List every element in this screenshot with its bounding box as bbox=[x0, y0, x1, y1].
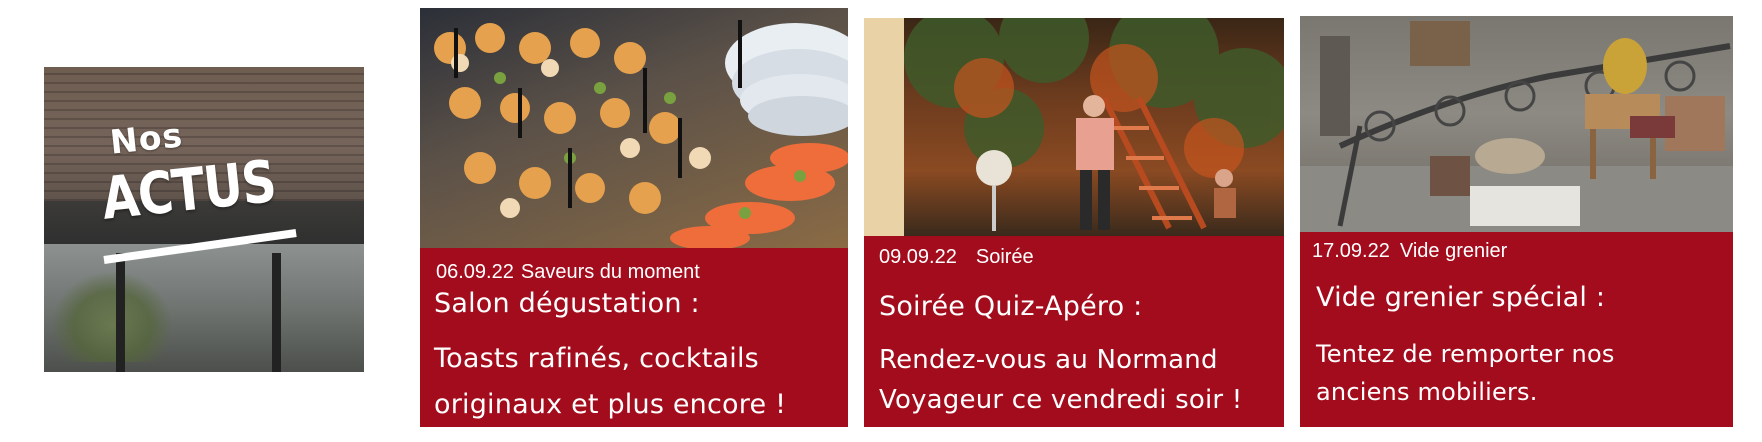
news-description: Rendez-vous au Normand Voyageur ce vendr… bbox=[879, 340, 1242, 420]
news-card-meta: 09.09.22 Soirée bbox=[879, 246, 1034, 269]
news-card-meta: 17.09.22 Vide grenier bbox=[1312, 240, 1507, 263]
canape-platter-photo bbox=[420, 8, 848, 248]
news-card-meta: 06.09.22 Saveurs du moment bbox=[436, 261, 700, 284]
news-title[interactable]: Vide grenier spécial : bbox=[1316, 282, 1605, 313]
news-description-line: Toasts rafinés, cocktails bbox=[434, 343, 759, 374]
window-post bbox=[272, 253, 281, 372]
news-title[interactable]: Salon dégustation : bbox=[434, 288, 700, 319]
news-date: 06.09.22 bbox=[436, 261, 514, 283]
news-card-quiz[interactable]: 09.09.22 Soirée Soirée Quiz-Apéro : Rende… bbox=[864, 18, 1284, 427]
window-post bbox=[116, 253, 125, 372]
news-date: 09.09.22 bbox=[879, 246, 957, 268]
news-card-flea-market[interactable]: 17.09.22 Vide grenier Vide grenier spécia… bbox=[1300, 16, 1733, 427]
news-card-band: 06.09.22 Saveurs du moment Salon dégustat… bbox=[420, 248, 848, 427]
news-description-line: Tentez de remporter nos bbox=[1316, 340, 1615, 368]
tree-reflection bbox=[52, 272, 172, 362]
news-description: Toasts rafinés, cocktails originaux et p… bbox=[434, 336, 786, 427]
news-card-band: 17.09.22 Vide grenier Vide grenier spécia… bbox=[1300, 232, 1733, 427]
news-card-tasting[interactable]: 06.09.22 Saveurs du moment Salon dégustat… bbox=[420, 8, 848, 427]
terrace-evening-photo bbox=[864, 18, 1284, 236]
news-date: 17.09.22 bbox=[1312, 240, 1390, 262]
news-description-line: originaux et plus encore ! bbox=[434, 389, 787, 420]
news-category: Vide grenier bbox=[1399, 240, 1508, 262]
logo-nos-text: Nos bbox=[108, 115, 185, 162]
news-description-line: Voyageur ce vendredi soir ! bbox=[879, 385, 1243, 415]
news-category: Saveurs du moment bbox=[520, 261, 700, 283]
news-description-line: anciens mobiliers. bbox=[1316, 378, 1538, 406]
news-description-line: Rendez-vous au Normand bbox=[879, 345, 1218, 375]
flea-market-photo bbox=[1300, 16, 1733, 232]
news-category: Soirée bbox=[975, 246, 1034, 268]
nos-actus-logo-tile: Nos ACTUS bbox=[44, 67, 364, 372]
news-card-band: 09.09.22 Soirée Soirée Quiz-Apéro : Rende… bbox=[864, 236, 1284, 427]
news-title[interactable]: Soirée Quiz-Apéro : bbox=[879, 291, 1142, 322]
news-description: Tentez de remporter nos anciens mobilier… bbox=[1316, 335, 1615, 411]
